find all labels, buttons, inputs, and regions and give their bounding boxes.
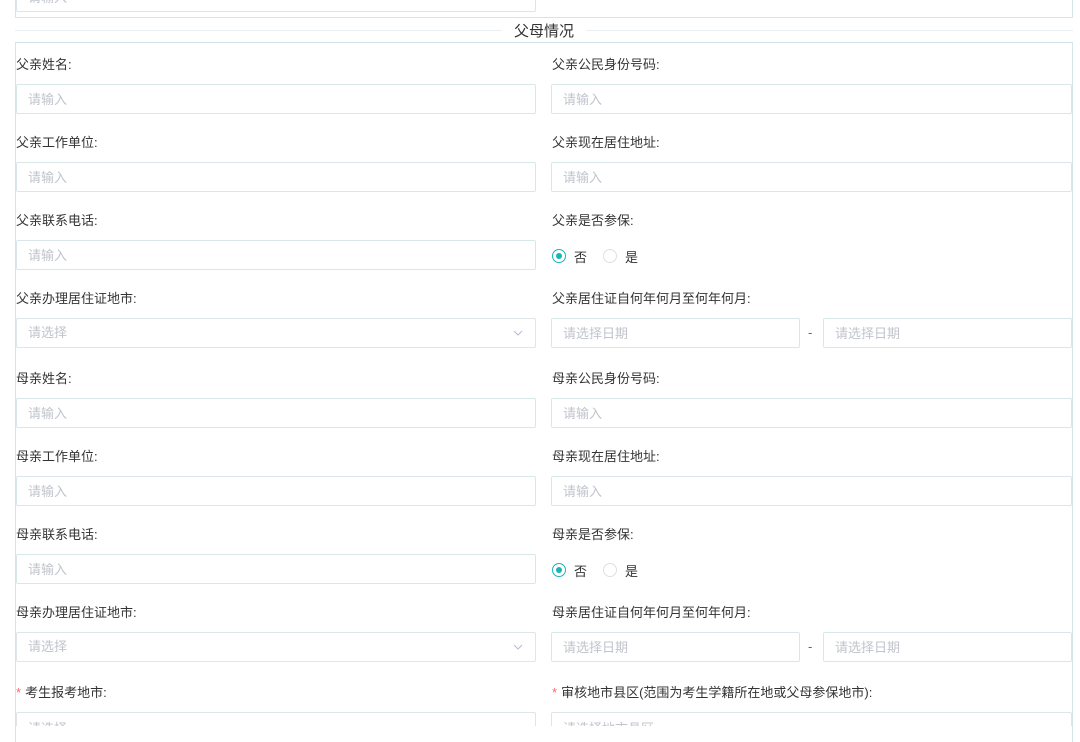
father-name-input[interactable] (16, 84, 536, 114)
mother-permit-start-date[interactable] (551, 632, 800, 662)
mother-insured-label: 母亲是否参保: (552, 527, 634, 542)
mother-permit-city-select[interactable]: 请选择 (16, 632, 536, 662)
father-permit-start-date[interactable] (551, 318, 800, 348)
father-phone-label: 父亲联系电话: (16, 213, 98, 228)
mother-permit-end-date[interactable] (823, 632, 1072, 662)
father-insured-label: 父亲是否参保: (552, 213, 634, 228)
father-id-input[interactable] (551, 84, 1072, 114)
father-address-input[interactable] (551, 162, 1072, 192)
mother-insured-yes-radio[interactable]: 是 (603, 561, 638, 580)
required-asterisk: * (16, 685, 22, 700)
radio-checked-icon (552, 249, 566, 263)
father-permit-city-label: 父亲办理居住证地市: (16, 291, 137, 306)
mother-work-label: 母亲工作单位: (16, 449, 98, 464)
father-permit-city-select[interactable]: 请选择 (16, 318, 536, 348)
father-phone-input[interactable] (16, 240, 536, 270)
mother-permit-city-label: 母亲办理居住证地市: (16, 605, 137, 620)
date-range-separator: - (808, 639, 813, 654)
radio-unchecked-icon (603, 249, 618, 263)
exam-city-select[interactable]: 请选择 (16, 712, 536, 726)
mother-phone-input[interactable] (16, 554, 536, 584)
section-title: 父母情况 (501, 23, 586, 40)
exam-region-label: * 审核地市县区(范围为考生学籍所在地或父母参保地市): (552, 685, 873, 700)
chevron-down-icon (513, 644, 523, 650)
required-asterisk: * (552, 685, 558, 700)
father-insured-radio-group: 否 是 (552, 246, 654, 266)
mother-name-label: 母亲姓名: (16, 371, 72, 386)
father-address-label: 父亲现在居住地址: (552, 135, 660, 150)
mother-phone-label: 母亲联系电话: (16, 527, 98, 542)
mother-id-input[interactable] (551, 398, 1072, 428)
mother-name-input[interactable] (16, 398, 536, 428)
exam-region-select[interactable]: 请选择地市县区 (551, 712, 1072, 726)
father-work-input[interactable] (16, 162, 536, 192)
radio-unchecked-icon (603, 563, 618, 577)
mother-address-input[interactable] (551, 476, 1072, 506)
father-insured-no-radio[interactable]: 否 (552, 247, 587, 266)
mother-permit-period-label: 母亲居住证自何年何月至何年何月: (552, 605, 751, 620)
mother-insured-radio-group: 否 是 (552, 560, 654, 580)
previous-section-input[interactable]: 请输入 (16, 0, 536, 12)
father-work-label: 父亲工作单位: (16, 135, 98, 150)
radio-checked-icon (552, 563, 566, 577)
date-range-separator: - (808, 325, 813, 340)
mother-id-label: 母亲公民身份号码: (552, 371, 660, 386)
mother-insured-no-radio[interactable]: 否 (552, 561, 587, 580)
mother-work-input[interactable] (16, 476, 536, 506)
father-insured-yes-radio[interactable]: 是 (603, 247, 638, 266)
exam-city-label: * 考生报考地市: (16, 685, 107, 700)
father-permit-end-date[interactable] (823, 318, 1072, 348)
father-permit-period-label: 父亲居住证自何年何月至何年何月: (552, 291, 751, 306)
father-id-label: 父亲公民身份号码: (552, 57, 660, 72)
father-name-label: 父亲姓名: (16, 57, 72, 72)
mother-address-label: 母亲现在居住地址: (552, 449, 660, 464)
chevron-down-icon (513, 330, 523, 336)
